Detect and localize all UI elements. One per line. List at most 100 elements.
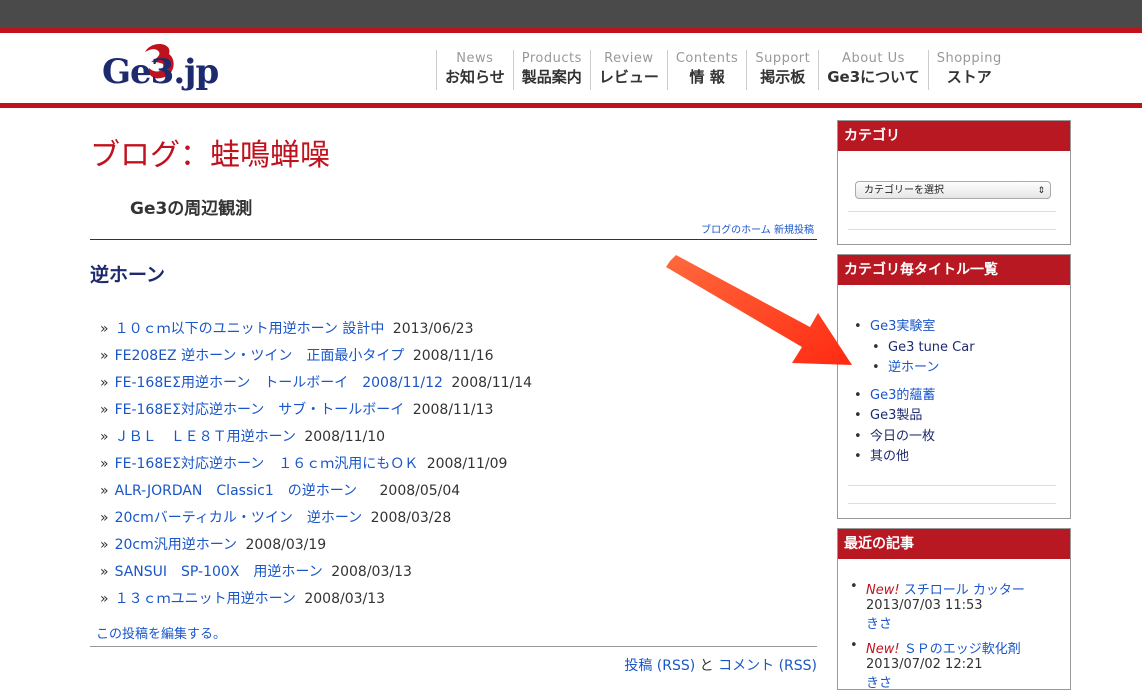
post-date: 2008/11/09 [426, 456, 508, 472]
post-date: 2008/11/14 [451, 375, 533, 391]
list-item: » FE208EZ 逆ホーン・ツイン 正面最小タイプ 2008/11/16 [100, 345, 532, 372]
bullet-icon: » [100, 375, 109, 391]
category-link-horn[interactable]: 逆ホーン [888, 360, 939, 375]
nav-news[interactable]: News お知らせ [436, 50, 513, 90]
bullet-icon: » [100, 537, 109, 553]
list-item: Ge3製品 [852, 406, 975, 427]
bullet-icon: » [100, 564, 109, 580]
new-post-link[interactable]: 新規投稿 [774, 225, 814, 236]
bullet-icon: » [100, 456, 109, 472]
category-select[interactable]: カテゴリーを選択 ⇕ [855, 181, 1051, 199]
site-logo[interactable]: Ge3.jp [102, 40, 227, 98]
post-link[interactable]: ＪＢＬ ＬＥ８Ｔ用逆ホーン [115, 429, 296, 445]
feed-links: 投稿 (RSS) と コメント (RSS) [624, 655, 817, 675]
post-link[interactable]: FE208EZ 逆ホーン・ツイン 正面最小タイプ [115, 348, 405, 364]
category-link-tune-car[interactable]: Ge3 tune Car [888, 340, 975, 355]
nav-review[interactable]: Review レビュー [589, 50, 667, 90]
post-date: 2008/11/13 [412, 402, 494, 418]
annotation-arrow-icon [666, 255, 852, 365]
post-link[interactable]: 20cm汎用逆ホーン [115, 537, 237, 553]
post-date: 2008/05/04 [365, 483, 461, 499]
divider [90, 239, 817, 240]
nav-label-en: News [456, 51, 494, 66]
blog-home-link[interactable]: ブログのホーム [701, 225, 771, 236]
post-link[interactable]: SANSUI SP-100X 用逆ホーン [115, 564, 323, 580]
nav-label-jp: 掲示板 [760, 68, 806, 86]
list-item: » １３ｃｍユニット用逆ホーン 2008/03/13 [100, 588, 532, 615]
post-title: 逆ホーン [90, 264, 166, 286]
category-widget: カテゴリ カテゴリーを選択 ⇕ [837, 120, 1071, 245]
category-link-products[interactable]: Ge3製品 [870, 408, 922, 423]
divider [848, 229, 1056, 230]
category-select-value: カテゴリーを選択 [864, 185, 944, 196]
post-link[interactable]: １０ｃｍ以下のユニット用逆ホーン 設計中 [115, 321, 385, 337]
nav-label-en: Review [604, 51, 654, 66]
recent-post-author[interactable]: きさ [866, 613, 1025, 632]
post-link[interactable]: 20cmバーティカル・ツイン 逆ホーン [115, 510, 363, 526]
list-item: Ge3実験室 Ge3 tune Car 逆ホーン [852, 317, 975, 379]
nav-about[interactable]: About Us Ge3について [818, 50, 927, 90]
category-link-lab[interactable]: Ge3実験室 [870, 319, 935, 334]
main-nav: News お知らせ Products 製品案内 Review レビュー Content… [436, 50, 1010, 92]
blog-subtitle: Ge3の周辺観測 [130, 199, 253, 219]
nav-shopping[interactable]: Shopping ストア [927, 50, 1010, 90]
list-item: Ge3 tune Car [870, 338, 975, 359]
list-item: » 20cmバーティカル・ツイン 逆ホーン 2008/03/28 [100, 507, 532, 534]
nav-label-en: Products [521, 51, 582, 66]
post-date: 2008/03/13 [304, 591, 386, 607]
divider [848, 503, 1056, 504]
post-date: 2008/03/19 [245, 537, 327, 553]
category-link-trivia[interactable]: Ge3的蘊蓄 [870, 388, 935, 403]
list-item: » FE-168EΣ対応逆ホーン １６ｃｍ汎用にもＯＫ 2008/11/09 [100, 453, 532, 480]
post-link[interactable]: FE-168EΣ対応逆ホーン １６ｃｍ汎用にもＯＫ [115, 456, 419, 472]
top-bar [0, 0, 1142, 28]
category-list: Ge3実験室 Ge3 tune Car 逆ホーン Ge3的蘊蓄 Ge3製品 今日… [852, 317, 975, 468]
select-arrows-icon: ⇕ [1037, 186, 1045, 196]
bullet-icon: » [100, 429, 109, 445]
category-link-other[interactable]: 其の他 [870, 449, 909, 464]
post-date: 2008/11/10 [304, 429, 386, 445]
logo-text: Ge3.jp [102, 52, 219, 92]
post-link[interactable]: FE-168EΣ用逆ホーン トールボーイ 2008/11/12 [115, 375, 443, 391]
header-red-line [0, 103, 1142, 108]
widget-title: カテゴリ毎タイトル一覧 [838, 255, 1070, 285]
comments-rss-link[interactable]: コメント (RSS) [718, 658, 817, 674]
post-date: 2008/03/13 [331, 564, 412, 580]
edit-post-link[interactable]: この投稿を編集する。 [96, 623, 226, 642]
list-item: Ge3的蘊蓄 [852, 386, 975, 407]
divider [848, 485, 1056, 486]
bullet-icon: » [100, 348, 109, 364]
recent-posts-widget: 最近の記事 New! スチロール カッター 2013/07/03 11:53 き… [837, 528, 1071, 691]
posts-rss-link[interactable]: 投稿 (RSS) [624, 658, 695, 674]
bullet-icon: » [100, 483, 109, 499]
post-list: » １０ｃｍ以下のユニット用逆ホーン 設計中 2013/06/23 » FE208E… [100, 318, 532, 615]
recent-post-date: 2013/07/03 11:53 [866, 598, 983, 613]
nav-support[interactable]: Support 掲示板 [746, 50, 818, 90]
list-item: » 20cm汎用逆ホーン 2008/03/19 [100, 534, 532, 561]
list-item: New! スチロール カッター 2013/07/03 11:53 きさ [850, 579, 1025, 632]
post-link[interactable]: １３ｃｍユニット用逆ホーン [115, 591, 296, 607]
recent-post-link[interactable]: ＳＰのエッジ軟化剤 [904, 642, 1021, 657]
blog-links: ブログのホーム 新規投稿 [701, 221, 814, 236]
post-date: 2008/03/28 [370, 510, 452, 526]
post-link[interactable]: ALR-JORDAN Classic1 の逆ホーン [115, 483, 357, 499]
category-link-today[interactable]: 今日の一枚 [870, 429, 935, 444]
recent-post-author[interactable]: きさ [866, 672, 1025, 691]
nav-label-jp: ストア [946, 68, 992, 86]
bullet-icon: » [100, 402, 109, 418]
recent-post-link[interactable]: スチロール カッター [904, 583, 1025, 598]
post-link[interactable]: FE-168EΣ対応逆ホーン サブ・トールボーイ [115, 402, 405, 418]
feeds-and-text: と [699, 658, 714, 674]
list-item: 今日の一枚 [852, 427, 975, 448]
divider [848, 211, 1056, 212]
nav-products[interactable]: Products 製品案内 [512, 50, 590, 90]
new-badge: New! [866, 583, 900, 598]
nav-contents[interactable]: Contents 情 報 [666, 50, 746, 90]
post-date: 2008/11/16 [412, 348, 494, 364]
nav-label-en: Support [755, 51, 811, 66]
divider [90, 646, 817, 647]
nav-label-jp: お知らせ [445, 68, 505, 86]
nav-label-jp: 製品案内 [521, 68, 582, 86]
nav-label-jp: Ge3について [827, 68, 920, 86]
widget-title: カテゴリ [838, 121, 1070, 151]
